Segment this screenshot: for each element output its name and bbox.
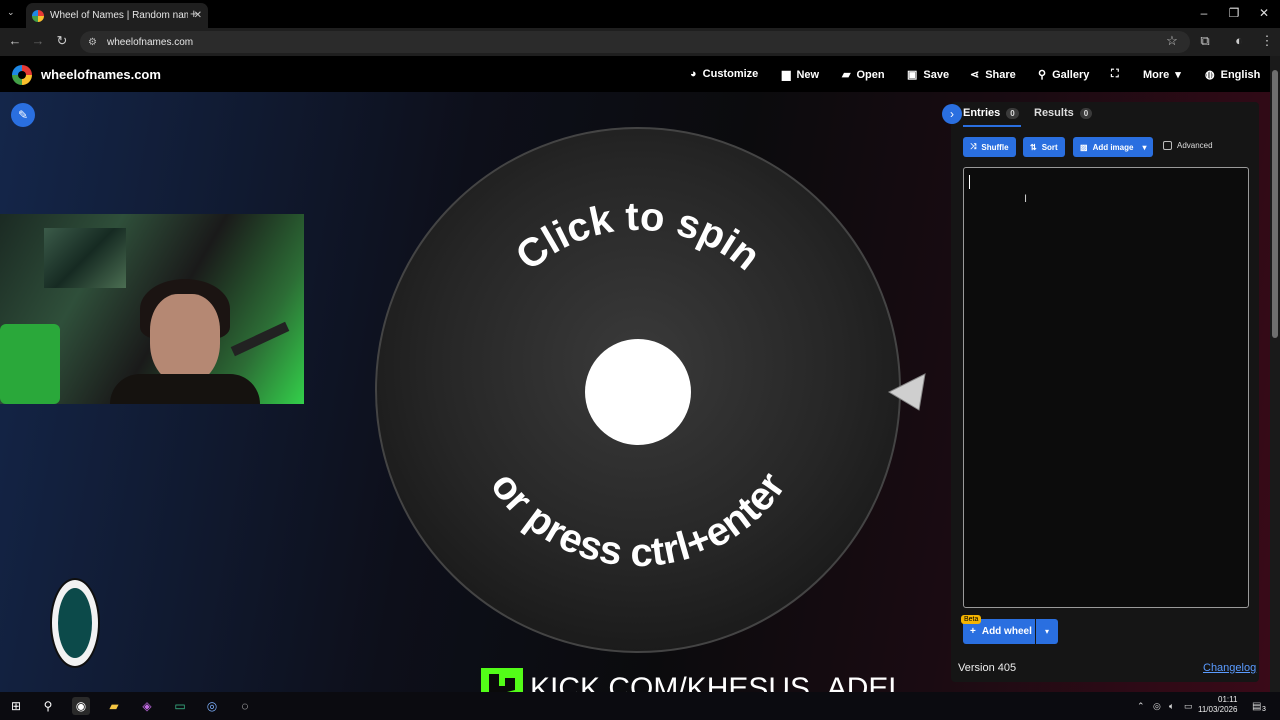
tab-list-icon[interactable]: ⌄ [7, 7, 15, 18]
entries-count: 0 [1006, 107, 1019, 119]
mouse-ibeam-icon: I [1024, 193, 1028, 205]
sort-icon: ⇅ [1030, 142, 1037, 152]
windows-taskbar [0, 692, 1280, 720]
chevron-down-icon: ▾ [1142, 142, 1147, 152]
logo-icon[interactable] [12, 65, 32, 85]
wheel-center [585, 339, 691, 445]
language-button[interactable]: ◍ English [1205, 68, 1260, 82]
minimize-icon[interactable]: – [1194, 6, 1214, 20]
chevron-down-icon: ▾ [1044, 627, 1049, 636]
add-image-button[interactable]: ▨ Add image ▾ [1073, 137, 1154, 157]
fullscreen-icon: ⛶ [1111, 68, 1119, 80]
forward-icon[interactable]: → [29, 33, 47, 48]
changelog-link[interactable]: Changelog [1203, 662, 1256, 674]
profile-icon[interactable]: ◐ [1230, 33, 1248, 48]
obs-icon[interactable]: ◌ [236, 697, 254, 715]
gallery-button[interactable]: ⚲ Gallery [1038, 68, 1089, 82]
beta-badge: Beta [961, 615, 982, 624]
steam-tray-icon[interactable]: ◎ [1153, 701, 1161, 712]
save-button[interactable]: ▣ Save [907, 68, 949, 82]
steam-icon[interactable]: ◎ [203, 697, 221, 715]
browser-tab[interactable]: Wheel of Names | Random nam ✕ [26, 3, 208, 28]
discord-icon[interactable]: ◈ [138, 697, 156, 715]
fullscreen-button[interactable]: ⛶ [1111, 68, 1119, 81]
edit-wheel-button[interactable]: ✎ [11, 103, 35, 127]
clock-date: 11/03/2026 [1198, 705, 1238, 714]
chevron-right-icon: › [950, 107, 954, 121]
text-cursor [969, 175, 970, 189]
chevron-down-icon: ▾ [1175, 69, 1181, 81]
add-wheel-dropdown[interactable]: ▾ [1036, 619, 1058, 644]
plus-icon: + [970, 626, 976, 637]
pencil-icon: ✎ [17, 108, 29, 122]
open-button[interactable]: ▰ Open [842, 68, 885, 82]
app-taskbar-icon[interactable]: ▭ [171, 697, 189, 715]
tab-results[interactable]: Results 0 [1034, 107, 1093, 119]
chrome-taskbar-icon[interactable]: ◉ [72, 697, 90, 715]
close-window-icon[interactable]: ✕ [1254, 6, 1274, 20]
new-tab-icon[interactable]: + [190, 6, 198, 21]
volume-icon[interactable]: 🔈︎ [1169, 701, 1174, 712]
wheel-pointer [887, 373, 926, 411]
search-icon: ⚲ [1038, 69, 1047, 81]
new-button[interactable]: ▆ New [782, 68, 819, 82]
url-text: wheelofnames.com [106, 36, 194, 48]
share-button[interactable]: ⋖ Share [970, 68, 1016, 82]
windows-start-icon[interactable]: ⊞ [7, 697, 25, 715]
browser-menu-icon[interactable]: ⋮ [1258, 33, 1276, 49]
tray-chevron-icon[interactable]: ⌃ [1137, 701, 1145, 712]
results-count: 0 [1079, 107, 1093, 119]
globe-icon: ◍ [1205, 69, 1215, 81]
brand-name[interactable]: wheelofnames.com [41, 67, 161, 82]
shuffle-button[interactable]: ⤨ Shuffle [963, 137, 1016, 157]
entries-textarea[interactable] [963, 167, 1249, 608]
customize-button[interactable]: ◕ Customize [690, 68, 758, 80]
search-icon[interactable]: ⚲ [39, 697, 57, 715]
file-explorer-icon[interactable]: ▰ [105, 697, 123, 715]
sort-button[interactable]: ⇅ Sort [1023, 137, 1065, 157]
webcam-overlay [0, 214, 304, 404]
stream-badge-logo [50, 578, 100, 668]
browser-tab-title: Wheel of Names | Random nam [50, 10, 188, 21]
notification-count: 3 [1262, 706, 1266, 713]
bookmark-star-icon[interactable]: ☆ [1163, 33, 1181, 49]
back-icon[interactable]: ← [6, 33, 24, 48]
checkbox-icon[interactable] [1163, 141, 1172, 150]
taskbar-clock[interactable]: 01:11 11/03/2026 [1198, 695, 1237, 715]
notifications-icon[interactable]: ▤ [1252, 701, 1261, 712]
active-tab-indicator [963, 125, 1021, 127]
tab-entries[interactable]: Entries 0 [963, 107, 1019, 119]
advanced-checkbox[interactable]: Advanced [1163, 141, 1213, 150]
scrollbar-thumb[interactable] [1272, 70, 1278, 338]
image-icon: ▨ [1080, 142, 1088, 152]
clock-time: 01:11 [1218, 695, 1238, 704]
spin-wheel[interactable]: Click to spin or press ctrl+enter [374, 126, 902, 654]
site-settings-icon[interactable]: ⚙ [88, 37, 97, 48]
reload-icon[interactable]: ↻ [53, 33, 71, 49]
shuffle-icon: ⤨ [970, 142, 977, 151]
folder-icon: ▰ [842, 69, 851, 81]
network-icon[interactable]: ▭ [1184, 701, 1193, 712]
address-bar[interactable]: ⚙ wheelofnames.com [80, 31, 1190, 53]
file-icon: ▆ [782, 69, 791, 81]
version-text: Version 405 [958, 662, 1017, 674]
collapse-panel-button[interactable]: › [942, 104, 962, 124]
more-button[interactable]: More ▾ [1143, 68, 1181, 82]
palette-icon: ◕ [690, 68, 697, 80]
restore-icon[interactable]: ❐ [1224, 6, 1244, 20]
save-icon: ▣ [907, 69, 918, 81]
address-bar-row: ⚙ wheelofnames.com [0, 28, 1280, 56]
share-icon: ⋖ [970, 69, 980, 81]
favicon-icon [32, 9, 44, 22]
extensions-icon[interactable]: ⧉ [1196, 33, 1214, 49]
